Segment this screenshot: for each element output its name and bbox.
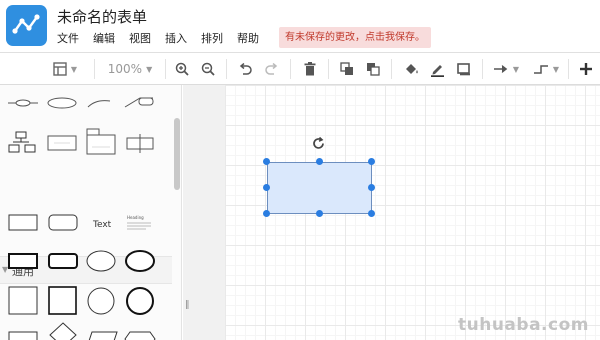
paint-bucket-icon — [405, 64, 418, 74]
to-back-button[interactable] — [363, 53, 383, 85]
resize-handle-nw[interactable] — [263, 158, 270, 165]
rotate-handle-icon[interactable] — [311, 136, 326, 155]
shape-diamond[interactable] — [49, 322, 77, 340]
shape-circle[interactable] — [87, 287, 115, 315]
shape-container[interactable] — [47, 135, 77, 151]
undo-button[interactable] — [235, 53, 255, 85]
general-shapes: Text Heading — [8, 214, 156, 340]
sidebar-scrollbar[interactable] — [174, 118, 180, 190]
watermark: tuhuaba.com — [458, 315, 589, 335]
zoom-out-icon — [201, 62, 215, 76]
fill-color-button[interactable] — [401, 53, 421, 85]
shape-heading-label: Heading — [127, 215, 144, 220]
shape-rounded-bold[interactable] — [48, 253, 78, 269]
selected-rectangle-shape[interactable] — [267, 162, 372, 214]
shape-connector-ellipse[interactable] — [8, 99, 38, 107]
shape-swimlane[interactable] — [126, 134, 154, 153]
document-title[interactable]: 未命名的表单 — [57, 6, 147, 27]
shape-process[interactable] — [8, 331, 38, 340]
shape-parallelogram[interactable] — [87, 331, 118, 340]
trash-icon — [304, 62, 316, 76]
toolbar-divider — [328, 59, 329, 79]
shape-hexagon[interactable] — [124, 331, 156, 340]
waypoint-style-button[interactable]: ▼ — [531, 53, 561, 85]
menu-insert[interactable]: 插入 — [165, 32, 187, 46]
zoom-out-button[interactable] — [198, 53, 218, 85]
menu-edit[interactable]: 编辑 — [93, 32, 115, 46]
chevron-down-icon: ▼ — [70, 64, 78, 74]
send-to-back-icon — [367, 63, 380, 76]
app-logo-icon[interactable] — [6, 5, 47, 46]
line-color-button[interactable] — [427, 53, 447, 85]
diagram-editor: 未命名的表单 文件 编辑 视图 插入 排列 帮助 有未保存的更改，点击我保存。 … — [0, 0, 600, 340]
shape-curve-rect[interactable] — [124, 97, 154, 108]
redo-icon — [265, 63, 278, 75]
shape-ellipse[interactable] — [86, 250, 116, 272]
shape-ellipse-wide[interactable] — [47, 97, 77, 109]
connection-style-button[interactable]: ▼ — [491, 53, 521, 85]
zoom-in-icon — [175, 62, 189, 76]
bring-to-front-icon — [340, 62, 353, 75]
resize-handle-s[interactable] — [316, 210, 323, 217]
arrow-right-icon — [493, 65, 508, 73]
chevron-down-icon: ▼ — [552, 64, 560, 74]
toolbar-divider — [290, 59, 291, 79]
zoom-in-button[interactable] — [172, 53, 192, 85]
elbow-connector-icon — [533, 65, 548, 74]
resize-handle-w[interactable] — [263, 184, 270, 191]
shape-text[interactable]: Text — [92, 220, 112, 230]
plus-icon — [580, 63, 592, 75]
shadow-button[interactable] — [454, 53, 474, 85]
menu-bar: 文件 编辑 视图 插入 排列 帮助 — [57, 32, 273, 46]
redo-button[interactable] — [262, 53, 282, 85]
to-front-button[interactable] — [337, 53, 357, 85]
menu-help[interactable]: 帮助 — [237, 32, 259, 46]
menu-file[interactable]: 文件 — [57, 32, 79, 46]
pencil-icon — [430, 64, 444, 77]
resize-handle-ne[interactable] — [368, 158, 375, 165]
resize-handle-e[interactable] — [368, 184, 375, 191]
delete-button[interactable] — [300, 53, 320, 85]
chevron-down-icon: ▼ — [512, 64, 520, 74]
shadow-box-icon — [457, 62, 470, 75]
toolbar: ▼ 100% ▼ ▼ ▼ — [0, 52, 600, 85]
app-header: 未命名的表单 文件 编辑 视图 插入 排列 帮助 有未保存的更改，点击我保存。 — [0, 0, 600, 52]
zoom-select[interactable]: 100% ▼ — [102, 53, 158, 85]
toolbar-divider — [482, 59, 483, 79]
toolbar-divider — [568, 59, 569, 79]
toolbar-divider — [94, 59, 95, 79]
shape-tab-container[interactable] — [86, 128, 116, 155]
zoom-value: 100% — [107, 62, 143, 76]
shape-rectangle[interactable] — [8, 214, 38, 231]
resize-handle-n[interactable] — [316, 158, 323, 165]
shape-square[interactable] — [8, 286, 38, 315]
unsaved-changes-notice[interactable]: 有未保存的更改，点击我保存。 — [279, 27, 431, 48]
toolbar-divider — [391, 59, 392, 79]
menu-view[interactable]: 视图 — [129, 32, 151, 46]
resize-handle-sw[interactable] — [263, 210, 270, 217]
menu-arrange[interactable]: 排列 — [201, 32, 223, 46]
insert-button[interactable] — [576, 53, 596, 85]
toolbar-divider — [165, 59, 166, 79]
shape-curve[interactable] — [87, 100, 111, 108]
shape-ellipse-bold[interactable] — [125, 250, 155, 272]
splitter-grip-icon[interactable]: ‖ — [185, 300, 190, 310]
format-panel-button[interactable]: ▼ — [50, 53, 80, 85]
toolbar-divider — [226, 59, 227, 79]
shape-rectangle-bold[interactable] — [8, 253, 38, 269]
undo-icon — [239, 63, 252, 75]
shape-textbox[interactable]: Heading — [127, 215, 151, 230]
shape-circle-bold[interactable] — [126, 287, 154, 315]
shape-rounded-rectangle[interactable] — [48, 214, 78, 231]
shape-square-bold[interactable] — [48, 286, 77, 315]
layout-panel-icon — [53, 62, 67, 76]
chevron-down-icon: ▼ — [146, 64, 153, 74]
resize-handle-se[interactable] — [368, 210, 375, 217]
shape-tree[interactable] — [8, 131, 36, 153]
